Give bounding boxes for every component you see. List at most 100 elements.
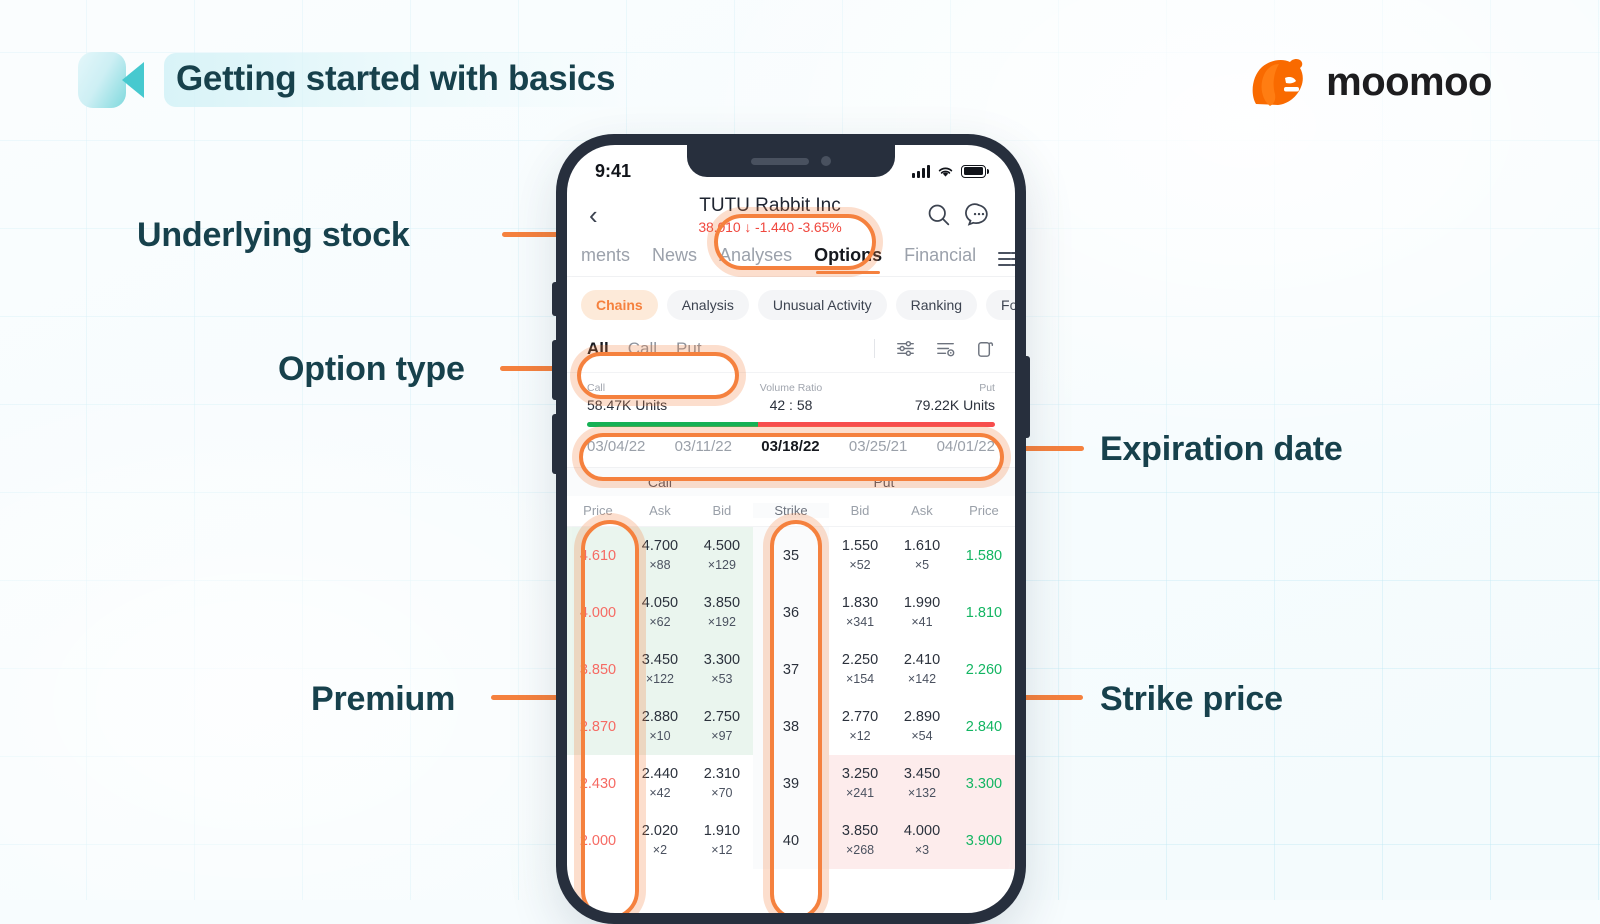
call-ask: 3.450 ×122 xyxy=(641,651,679,687)
chip-unusual-activity[interactable]: Unusual Activity xyxy=(757,290,887,320)
strike-price-cell[interactable]: 37 xyxy=(752,641,830,699)
strike-price-cell[interactable]: 40 xyxy=(752,812,830,870)
nav-bar: ‹ TUTU Rabbit Inc 38.010 ↓ -1.440 -3.65% xyxy=(567,191,1015,239)
option-type-put[interactable]: Put xyxy=(676,339,702,359)
put-bid: 2.250 ×154 xyxy=(841,651,879,687)
col-header-put-ask: Ask xyxy=(911,503,933,519)
chain-row-put-side: 1.550 ×52 1.610 ×5 1.580 xyxy=(829,527,1015,584)
chain-group-call: Call xyxy=(647,474,673,491)
chain-row-put-side: 2.770 ×12 2.890 ×54 2.840 xyxy=(829,698,1015,755)
phone-power-button xyxy=(1025,356,1030,438)
strike-price-cell[interactable]: 36 xyxy=(752,584,830,642)
page-header: Getting started with basics xyxy=(78,52,642,108)
status-time: 9:41 xyxy=(595,160,632,181)
call-bid: 3.850 ×192 xyxy=(703,594,741,630)
chip-for-i[interactable]: For I xyxy=(986,290,1015,320)
expiration-date-selector: 03/04/22 03/11/22 03/18/22 03/25/21 04/0… xyxy=(567,427,1015,467)
underlying-stock-block[interactable]: TUTU Rabbit Inc 38.010 ↓ -1.440 -3.65% xyxy=(615,195,925,236)
chain-row[interactable]: 4.610 4.700 ×88 4.500 ×129 35 1.550 ×52 1.610 ×5 1… xyxy=(567,527,1015,585)
duplicate-icon[interactable] xyxy=(974,337,997,360)
chain-row-put-side: 3.250 ×241 3.450 ×132 3.300 xyxy=(829,755,1015,813)
expiration-date-3[interactable]: 03/25/21 xyxy=(849,438,907,455)
wifi-icon xyxy=(938,167,953,177)
call-bid: 2.310 ×70 xyxy=(703,765,741,801)
option-type-call[interactable]: Call xyxy=(628,339,657,359)
options-subtabs: Chains Analysis Unusual Activity Ranking… xyxy=(567,277,1015,333)
put-premium: 3.300 xyxy=(965,775,1003,792)
chain-column-header: Price Ask Bid Strike Bid Ask Price xyxy=(567,496,1015,528)
call-bid: 4.500 ×129 xyxy=(703,537,741,573)
phone-volume-up-button xyxy=(552,340,557,400)
annotation-strike-price: Strike price xyxy=(1100,680,1283,718)
strike-price-cell[interactable]: 38 xyxy=(752,698,830,756)
expiration-date-2[interactable]: 03/18/22 xyxy=(761,438,819,455)
col-header-call-price: Price xyxy=(583,503,613,519)
put-bid: 3.250 ×241 xyxy=(841,765,879,801)
call-ask: 4.050 ×62 xyxy=(641,594,679,630)
put-premium: 3.900 xyxy=(965,832,1003,849)
strike-price-cell[interactable]: 35 xyxy=(752,527,830,585)
phone-mockup: 9:41 ‹ TUTU Rabbit Inc 38.010 ↓ -1.440 - xyxy=(552,134,1030,924)
list-settings-icon[interactable] xyxy=(934,337,957,360)
put-ask: 2.410 ×142 xyxy=(903,651,941,687)
chain-row[interactable]: 4.000 4.050 ×62 3.850 ×192 36 1.830 ×341 1.990 ×4… xyxy=(567,584,1015,642)
put-ask: 2.890 ×54 xyxy=(903,708,941,744)
volume-ratio-call-segment xyxy=(587,422,759,428)
tab-news[interactable]: News xyxy=(652,245,697,276)
chain-group-header: Call Put xyxy=(567,467,1015,497)
hamburger-menu-icon[interactable] xyxy=(998,252,1015,276)
put-bid: 2.770 ×12 xyxy=(841,708,879,744)
search-icon[interactable] xyxy=(925,201,953,229)
chain-row[interactable]: 3.850 3.450 ×122 3.300 ×53 37 2.250 ×154 2.410 ×1… xyxy=(567,641,1015,699)
put-premium: 1.810 xyxy=(965,604,1003,621)
call-premium: 3.850 xyxy=(579,661,617,678)
tab-options[interactable]: Options xyxy=(814,245,882,276)
tab-instruments[interactable]: ments xyxy=(581,245,630,276)
call-ask: 2.880 ×10 xyxy=(641,708,679,744)
phone-volume-down-button xyxy=(552,414,557,474)
volume-ratio-value: 42 : 58 xyxy=(769,397,813,414)
chain-row[interactable]: 2.430 2.440 ×42 2.310 ×70 39 3.250 ×241 3.450 ×13… xyxy=(567,755,1015,813)
chip-chains[interactable]: Chains xyxy=(581,290,658,320)
call-bid: 2.750 ×97 xyxy=(703,708,741,744)
volume-ratio-block: Call 58.47K Units Volume Ratio 42 : 58 P… xyxy=(567,373,1015,428)
call-ask: 2.020 ×2 xyxy=(641,822,679,858)
chain-row-put-side: 1.830 ×341 1.990 ×41 1.810 xyxy=(829,584,1015,641)
strike-price-cell[interactable]: 39 xyxy=(752,755,830,813)
option-type-selector: All Call Put xyxy=(587,339,702,359)
option-type-all[interactable]: All xyxy=(587,339,609,359)
call-premium: 4.000 xyxy=(579,604,617,621)
expiration-date-1[interactable]: 03/11/22 xyxy=(675,438,732,455)
chain-row[interactable]: 2.000 2.020 ×2 1.910 ×12 40 3.850 ×268 4.000 ×3 3.… xyxy=(567,812,1015,870)
phone-mute-button xyxy=(552,282,557,316)
annotation-underlying-stock: Underlying stock xyxy=(137,216,410,254)
chain-row[interactable]: 2.870 2.880 ×10 2.750 ×97 38 2.770 ×12 2.890 ×54 2… xyxy=(567,698,1015,756)
chip-ranking[interactable]: Ranking xyxy=(895,290,978,320)
annotation-option-type: Option type xyxy=(278,350,465,388)
chevron-left-icon[interactable]: ‹ xyxy=(589,202,615,228)
chip-analysis[interactable]: Analysis xyxy=(666,290,749,320)
put-ask: 1.990 ×41 xyxy=(903,594,941,630)
call-bid: 1.910 ×12 xyxy=(703,822,741,858)
tab-financial[interactable]: Financial xyxy=(904,245,976,276)
page-title: Getting started with basics xyxy=(176,59,616,98)
volume-call-caption: Call xyxy=(587,382,606,394)
battery-full-icon xyxy=(961,164,986,178)
stock-name: TUTU Rabbit Inc xyxy=(699,194,841,216)
call-ask: 2.440 ×42 xyxy=(641,765,679,801)
toolbar-divider xyxy=(874,339,875,358)
tab-analyses[interactable]: Analyses xyxy=(719,245,792,276)
brand: moomoo xyxy=(1248,56,1492,108)
chat-bubble-icon[interactable] xyxy=(965,201,993,229)
call-premium: 4.610 xyxy=(579,547,617,564)
expiration-date-4[interactable]: 04/01/22 xyxy=(937,438,995,455)
put-ask: 4.000 ×3 xyxy=(903,822,941,858)
annotation-expiration-date: Expiration date xyxy=(1100,430,1343,468)
call-bid: 3.300 ×53 xyxy=(703,651,741,687)
filter-sliders-icon[interactable] xyxy=(894,337,917,360)
chain-row-call-side: 3.850 3.450 ×122 3.300 ×53 xyxy=(567,641,753,699)
cellular-signal-icon xyxy=(912,164,930,178)
call-ask: 4.700 ×88 xyxy=(641,537,679,573)
expiration-date-0[interactable]: 03/04/22 xyxy=(587,438,645,455)
video-camera-icon xyxy=(78,52,146,108)
